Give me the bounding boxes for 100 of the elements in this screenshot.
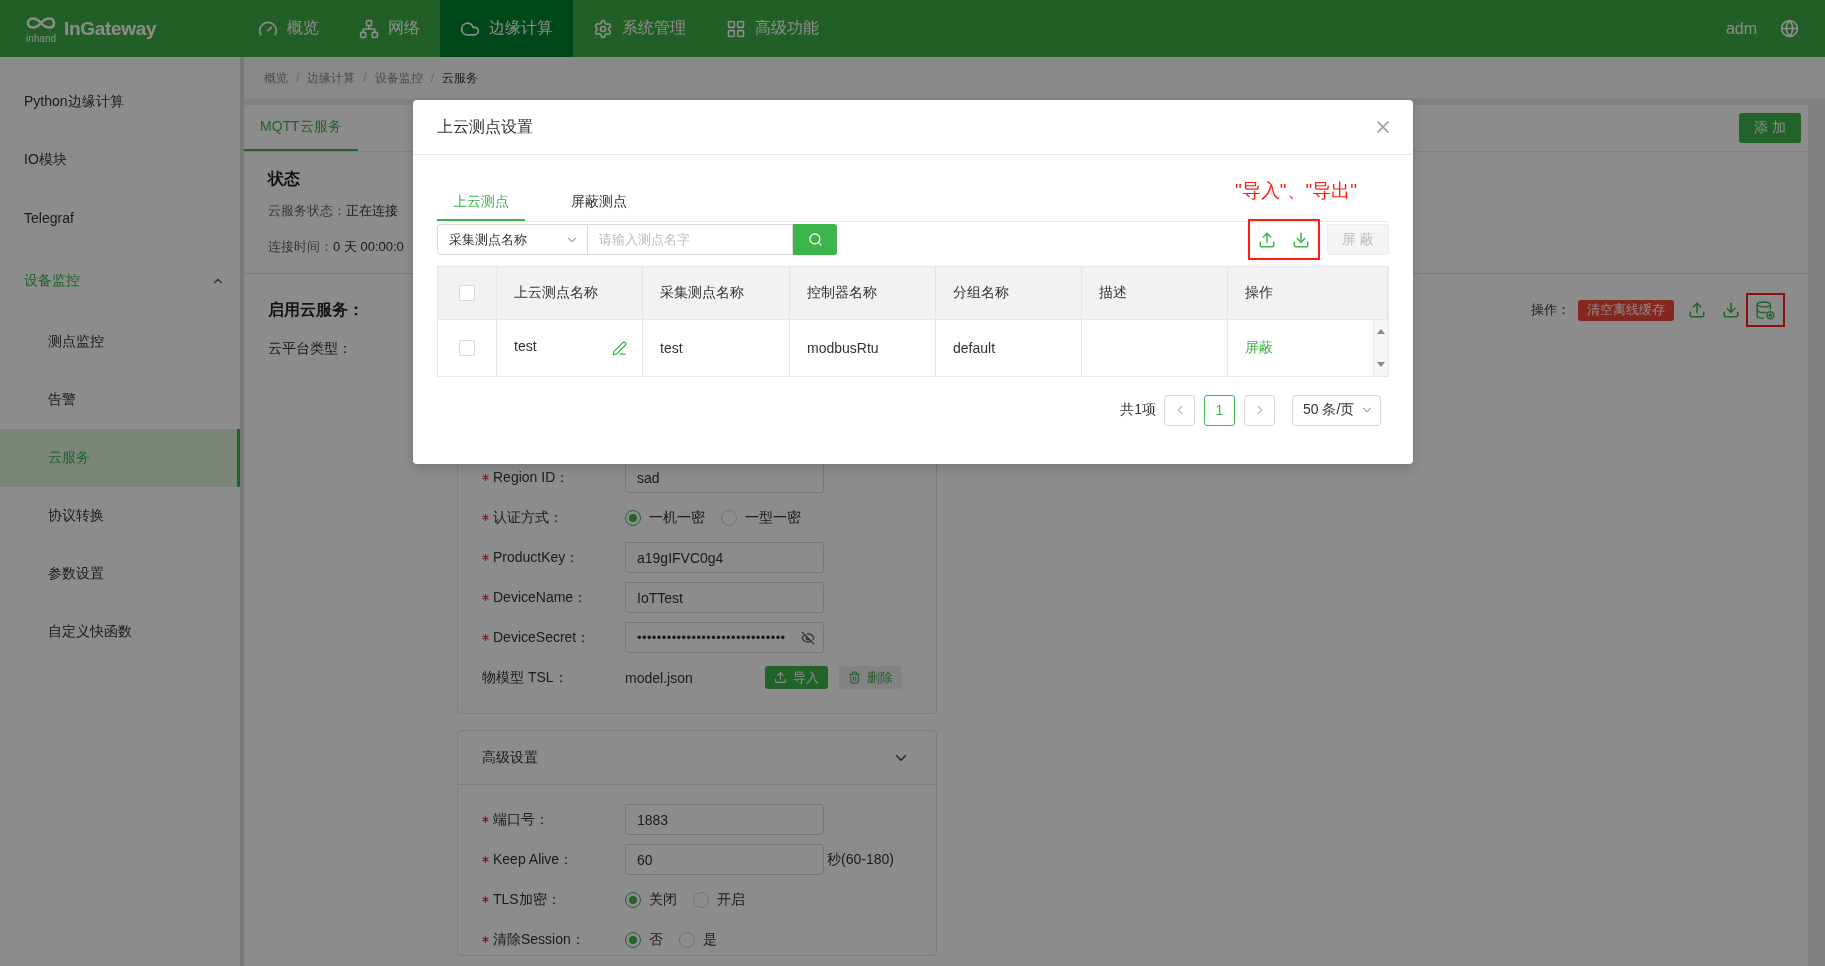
breadcrumb-link[interactable]: 概览: [264, 69, 288, 87]
breadcrumb-separator: /: [296, 71, 300, 85]
column-header: 描述: [1082, 267, 1228, 319]
file-name: model.json: [625, 669, 694, 686]
column-header: 上云测点名称: [497, 267, 643, 319]
modal-title: 上云测点设置: [437, 116, 533, 137]
breadcrumb-link[interactable]: 边缘计算: [307, 69, 356, 87]
field-label: 物模型 TSL：: [482, 668, 568, 687]
field-label: 端口号：: [493, 810, 549, 829]
field-label: 云平台类型：: [268, 339, 352, 358]
next-page-button[interactable]: [1244, 394, 1275, 426]
point-name: test: [514, 338, 537, 354]
radio-option[interactable]: 是: [679, 930, 717, 949]
search-field[interactable]: 请输入测点名字: [588, 224, 793, 255]
sidebar-item[interactable]: 参数设置: [0, 545, 240, 603]
status-label: 连接时间：: [268, 238, 333, 256]
eye-off-icon[interactable]: [801, 630, 815, 645]
search-button[interactable]: [793, 224, 837, 255]
radio-icon[interactable]: [625, 891, 641, 908]
upload-icon: [774, 671, 787, 684]
field-label: 认证方式：: [493, 508, 563, 527]
upload-icon[interactable]: [1258, 230, 1276, 249]
gear-icon: [593, 18, 613, 39]
globe-icon[interactable]: [1780, 19, 1799, 38]
text-field[interactable]: a19gIFVC0g4: [625, 542, 824, 573]
radio-option[interactable]: 一机一密: [625, 508, 705, 527]
column-header: 操作: [1228, 267, 1388, 319]
download-icon[interactable]: [1722, 301, 1740, 319]
table-cell: test: [643, 320, 790, 376]
prev-page-button[interactable]: [1164, 394, 1195, 426]
status-value: 0 天 00:00:0: [333, 238, 404, 256]
unit-hint: 秒(60-180): [827, 850, 894, 869]
status-label: 云服务状态：: [268, 202, 346, 220]
page-size-select[interactable]: 50 条/页: [1292, 394, 1381, 426]
field-label: TLS加密：: [493, 890, 561, 909]
total-count: 共1项: [1120, 401, 1156, 419]
radio-option[interactable]: 否: [625, 930, 663, 949]
radio-option[interactable]: 开启: [693, 890, 745, 909]
scroll-down-icon[interactable]: [1377, 362, 1385, 367]
sidebar-item[interactable]: IO模块: [0, 131, 240, 189]
sidebar-item[interactable]: 协议转换: [0, 487, 240, 545]
checkbox[interactable]: [459, 340, 475, 356]
page-number-button[interactable]: 1: [1204, 394, 1235, 426]
column-header: 控制器名称: [790, 267, 936, 319]
field-label: Keep Alive：: [493, 850, 574, 869]
tab[interactable]: 屏蔽测点: [555, 179, 643, 221]
edit-icon[interactable]: [612, 340, 627, 356]
nav-item[interactable]: 边缘计算: [440, 0, 573, 57]
field-label: DeviceSecret：: [493, 628, 591, 647]
mask-link[interactable]: 屏蔽: [1245, 339, 1273, 357]
checkbox[interactable]: [459, 285, 475, 301]
search-icon: [807, 232, 823, 247]
radio-icon[interactable]: [625, 931, 641, 948]
table-cell: default: [936, 320, 1082, 376]
sidebar-item[interactable]: 测点监控: [0, 313, 240, 371]
radio-icon[interactable]: [679, 931, 695, 948]
radio-icon[interactable]: [693, 891, 709, 908]
annotation-note: "导入"、"导出": [1235, 179, 1357, 203]
grid-icon: [726, 18, 746, 39]
logo-text: inhand: [26, 32, 56, 44]
sidebar-item[interactable]: Python边缘计算: [0, 73, 240, 131]
brand-name: InGateway: [64, 17, 157, 40]
scrollbar[interactable]: [1374, 320, 1388, 376]
scroll-up-icon[interactable]: [1377, 329, 1385, 334]
clear-cache-button[interactable]: 清空离线缓存: [1578, 299, 1674, 321]
text-field[interactable]: IoTTest: [625, 582, 824, 613]
sidebar-item[interactable]: 自定义快函数: [0, 603, 240, 661]
breadcrumb-separator: /: [363, 71, 367, 85]
sidebar-item[interactable]: 告警: [0, 371, 240, 429]
radio-icon[interactable]: [721, 509, 737, 526]
filter-select[interactable]: 采集测点名称: [437, 224, 588, 255]
breadcrumb-link[interactable]: 设备监控: [374, 69, 423, 87]
download-icon[interactable]: [1292, 230, 1310, 249]
section-title: 启用云服务：: [268, 300, 364, 320]
upload-icon[interactable]: [1688, 301, 1706, 319]
radio-option[interactable]: 一型一密: [721, 508, 801, 527]
trash-icon: [848, 671, 861, 684]
text-field[interactable]: 60: [625, 844, 824, 875]
table-cell: modbusRtu: [790, 320, 936, 376]
text-field[interactable]: sad: [625, 462, 824, 493]
sidebar-item[interactable]: Telegraf: [0, 189, 240, 247]
password-field[interactable]: ••••••••••••••••••••••••••••••: [625, 622, 824, 653]
column-header: 采集测点名称: [643, 267, 790, 319]
tab[interactable]: 上云测点: [437, 179, 525, 221]
database-gear-icon[interactable]: [1755, 299, 1776, 321]
network-icon: [359, 18, 379, 39]
breadcrumb-current: 云服务: [442, 69, 479, 87]
section-title: 状态: [268, 169, 300, 189]
text-field[interactable]: 1883: [625, 804, 824, 835]
field-label: DeviceName：: [493, 588, 588, 607]
breadcrumb-separator: /: [430, 71, 435, 85]
radio-option[interactable]: 关闭: [625, 890, 677, 909]
field-label: ProductKey：: [493, 548, 580, 567]
actions-label: 操作：: [1531, 301, 1570, 319]
field-label: Region ID：: [493, 468, 570, 487]
status-value: 正在连接: [346, 202, 398, 220]
panel-title[interactable]: 高级设置: [482, 748, 538, 767]
column-header: 分组名称: [936, 267, 1082, 319]
radio-icon[interactable]: [625, 509, 641, 526]
field-label: 清除Session：: [493, 930, 585, 949]
